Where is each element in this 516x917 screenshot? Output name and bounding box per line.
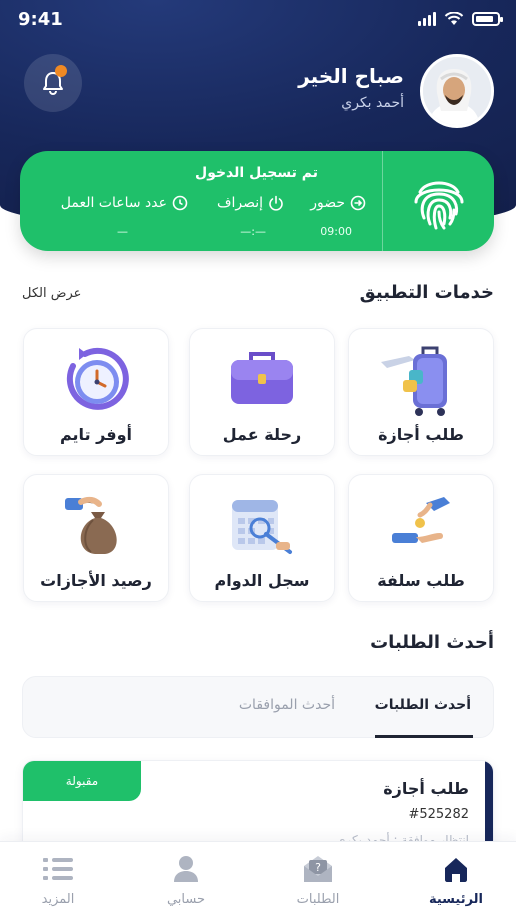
status-bar: 9:41 (0, 0, 516, 40)
tab-latest-requests[interactable]: أحدث الطلبات (375, 697, 471, 713)
user-name: أحمد بكري (341, 95, 404, 111)
status-time: 9:41 (18, 9, 63, 30)
bottom-nav: الرئيسية ? الطلبات حسابي المزيد (0, 841, 516, 917)
greeting: صباح الخير (298, 64, 404, 88)
money-bag-icon (24, 485, 168, 565)
nav-requests[interactable]: ? الطلبات (268, 852, 368, 907)
nav-home-label: الرئيسية (428, 892, 484, 907)
signal-icon (418, 12, 436, 26)
battery-icon (472, 12, 503, 26)
check-out: إنصراف (217, 195, 284, 211)
home-icon (406, 852, 506, 886)
service-leave-request[interactable]: طلب أجازة (348, 328, 494, 456)
nav-account[interactable]: حسابي (136, 852, 236, 907)
notifications-button[interactable] (24, 54, 82, 112)
tile-label: رحلة عمل (222, 425, 302, 444)
clock-icon (24, 339, 168, 419)
requests-title: أحدث الطلبات (370, 632, 494, 653)
tile-label: طلب أجازة (378, 425, 464, 444)
work-hours-value: — (117, 225, 128, 238)
attendance-title: تم تسجيل الدخول (195, 165, 318, 181)
clock-small-icon (172, 195, 188, 211)
avatar[interactable] (420, 54, 494, 128)
fingerprint-icon (414, 181, 463, 230)
suitcase-travel-icon (349, 339, 493, 419)
nav-account-label: حسابي (166, 892, 206, 907)
request-title: طلب أجازة (383, 779, 469, 798)
battery-fill (476, 16, 493, 22)
work-hours-label: عدد ساعات العمل (60, 195, 167, 211)
view-all-link[interactable]: عرض الكل (22, 286, 81, 301)
service-overtime[interactable]: أوفر تايم (23, 328, 169, 456)
requests-tabs: أحدث الطلبات أحدث الموافقات (22, 676, 494, 738)
tab-latest-approvals[interactable]: أحدث الموافقات (239, 697, 335, 713)
check-in-label: حضور (310, 195, 345, 211)
status-badge: مقبولة (23, 761, 141, 801)
service-business-trip[interactable]: رحلة عمل (189, 328, 335, 456)
service-leave-balance[interactable]: رصيد الأجازات (23, 474, 169, 602)
request-id: #525282 (408, 807, 469, 822)
tile-label: طلب سلفة (377, 571, 465, 590)
menu-icon (8, 852, 108, 886)
svg-text:?: ? (315, 861, 321, 874)
nav-more-label: المزيد (41, 892, 75, 907)
check-in-value: 09:00 (320, 225, 352, 238)
fingerprint-button[interactable] (382, 151, 494, 251)
wifi-icon (444, 12, 464, 25)
check-out-label: إنصراف (216, 195, 263, 211)
tile-label: سجل الدوام (214, 571, 310, 590)
status-icons (418, 12, 503, 26)
service-advance-request[interactable]: طلب سلفة (348, 474, 494, 602)
nav-requests-label: الطلبات (296, 892, 340, 907)
user-icon (136, 852, 236, 886)
nav-home[interactable]: الرئيسية (406, 852, 506, 907)
check-in: حضور (310, 195, 366, 211)
tile-label: أوفر تايم (60, 425, 132, 444)
service-attendance-log[interactable]: سجل الدوام (189, 474, 335, 602)
tab-active-indicator (375, 735, 473, 738)
login-icon (350, 195, 366, 211)
notification-dot (55, 65, 67, 77)
check-out-value: —:— (240, 225, 266, 238)
services-title: خدمات التطبيق (359, 282, 494, 303)
nav-more[interactable]: المزيد (8, 852, 108, 907)
tile-label: رصيد الأجازات (40, 571, 152, 590)
calendar-icon (190, 485, 334, 565)
work-hours: عدد ساعات العمل (61, 195, 188, 211)
attendance-card: تم تسجيل الدخول حضور 09:00 إنصراف —:— عد… (20, 151, 494, 251)
envelope-question-icon: ? (268, 852, 368, 886)
money-hand-icon (349, 485, 493, 565)
briefcase-icon (190, 339, 334, 419)
power-icon (269, 195, 283, 211)
